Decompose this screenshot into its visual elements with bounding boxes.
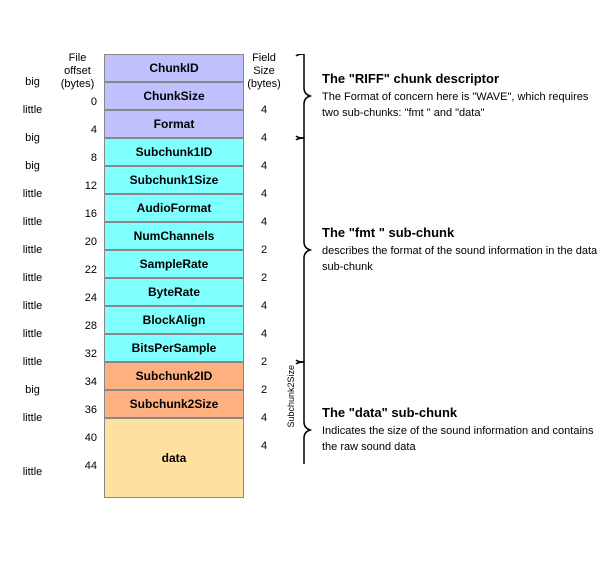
- offset-value: 4: [91, 124, 100, 152]
- endian-value: little: [10, 348, 55, 376]
- desc-title: The "data" sub-chunk: [322, 405, 602, 420]
- endian-value: little: [10, 236, 55, 264]
- field-row: Subchunk1ID: [104, 138, 244, 166]
- main-layout: biglittlebigbiglittlelittlelittlelittlel…: [0, 20, 612, 540]
- endian-value: little: [10, 96, 55, 124]
- field-row: AudioFormat: [104, 194, 244, 222]
- endian-value: little: [10, 404, 55, 432]
- field-row: Format: [104, 110, 244, 138]
- size-value: 2: [244, 348, 284, 376]
- size-value: 4: [244, 124, 284, 152]
- size-value: 4: [244, 180, 284, 208]
- endian-value: big: [10, 152, 55, 180]
- size-value: 4: [244, 208, 284, 236]
- field-table: ChunkIDChunkSizeFormatSubchunk1IDSubchun…: [104, 20, 244, 498]
- size-value: 4: [244, 96, 284, 124]
- field-row: SampleRate: [104, 250, 244, 278]
- endian-value: little: [10, 208, 55, 236]
- size-value: 4: [244, 432, 284, 460]
- field-row: BlockAlign: [104, 306, 244, 334]
- endian-column: biglittlebigbiglittlelittlelittlelittlel…: [10, 20, 55, 512]
- field-row: NumChannels: [104, 222, 244, 250]
- size-column: Field Size(bytes) 4444422442244: [244, 20, 284, 540]
- desc-section-0: The "RIFF" chunk descriptor The Format of…: [322, 54, 602, 138]
- endian-value: big: [10, 376, 55, 404]
- page-title: [0, 0, 612, 20]
- desc-title: The "RIFF" chunk descriptor: [322, 71, 602, 86]
- field-row: Subchunk1Size: [104, 166, 244, 194]
- size-value: 4: [244, 404, 284, 432]
- size-header: Field Size(bytes): [244, 52, 284, 92]
- endian-value: little: [10, 180, 55, 208]
- offset-value: 8: [91, 152, 100, 180]
- desc-text: Indicates the size of the sound informat…: [322, 424, 602, 455]
- subchunk2size-vertical-label: Subchunk2Size: [284, 328, 298, 464]
- field-name-header: [104, 20, 244, 52]
- size-value: [244, 460, 284, 540]
- size-value: 2: [244, 236, 284, 264]
- field-row: BitsPerSample: [104, 334, 244, 362]
- endian-value: little: [10, 432, 55, 512]
- endian-value: big: [10, 124, 55, 152]
- field-row: ChunkSize: [104, 82, 244, 110]
- offset-value: 34: [85, 376, 100, 404]
- desc-text: The Format of concern here is "WAVE", wh…: [322, 90, 602, 121]
- offset-value: 36: [85, 404, 100, 432]
- size-value: 4: [244, 292, 284, 320]
- endian-value: big: [10, 68, 55, 96]
- size-value: 4: [244, 152, 284, 180]
- endian-value: little: [10, 264, 55, 292]
- endian-value: little: [10, 292, 55, 320]
- field-row: Subchunk2Size: [104, 390, 244, 418]
- field-row: Subchunk2ID: [104, 362, 244, 390]
- offset-value: 12: [85, 180, 100, 208]
- offset-value: 32: [85, 348, 100, 376]
- offset-value: 44: [85, 460, 100, 540]
- offset-column: File offset(bytes) 048121620222428323436…: [55, 20, 100, 540]
- size-value: 4: [244, 320, 284, 348]
- field-row: ChunkID: [104, 54, 244, 82]
- size-value: 2: [244, 264, 284, 292]
- desc-text: describes the format of the sound inform…: [322, 244, 602, 275]
- offset-header: File offset(bytes): [55, 52, 100, 92]
- field-row: ByteRate: [104, 278, 244, 306]
- offset-value: 0: [91, 96, 100, 124]
- offset-value: 24: [85, 292, 100, 320]
- desc-title: The "fmt " sub-chunk: [322, 225, 602, 240]
- offset-value: 28: [85, 320, 100, 348]
- offset-value: 40: [85, 432, 100, 460]
- field-row: data: [104, 418, 244, 498]
- description-column: The "RIFF" chunk descriptor The Format of…: [314, 20, 602, 498]
- desc-section-1: The "fmt " sub-chunk describes the format…: [322, 138, 602, 362]
- desc-section-2: The "data" sub-chunk Indicates the size o…: [322, 362, 602, 498]
- offset-value: 16: [85, 208, 100, 236]
- offset-value: 22: [85, 264, 100, 292]
- endian-value: little: [10, 320, 55, 348]
- brace-column: Subchunk2Size: [284, 20, 314, 464]
- offset-value: 20: [85, 236, 100, 264]
- size-value: 2: [244, 376, 284, 404]
